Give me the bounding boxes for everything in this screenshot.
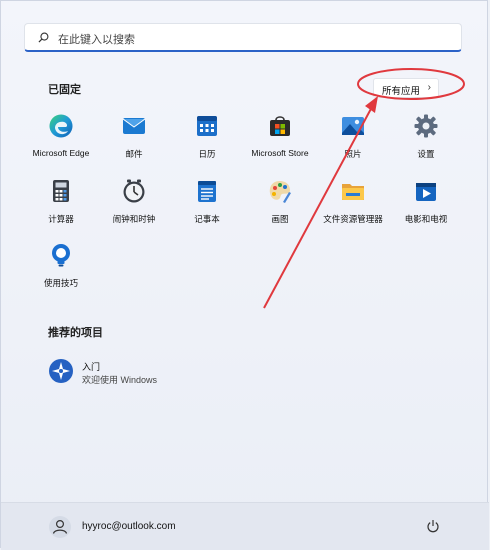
annotation-ellipse [357, 68, 465, 100]
start-menu: 在此键入以搜索 已固定 所有应用 › Microsoft Edge 邮件 日历 … [0, 0, 489, 550]
annotation-arrow-line [263, 104, 374, 309]
annotation-arrow-head [365, 96, 378, 113]
annotation-overlay [263, 68, 465, 309]
